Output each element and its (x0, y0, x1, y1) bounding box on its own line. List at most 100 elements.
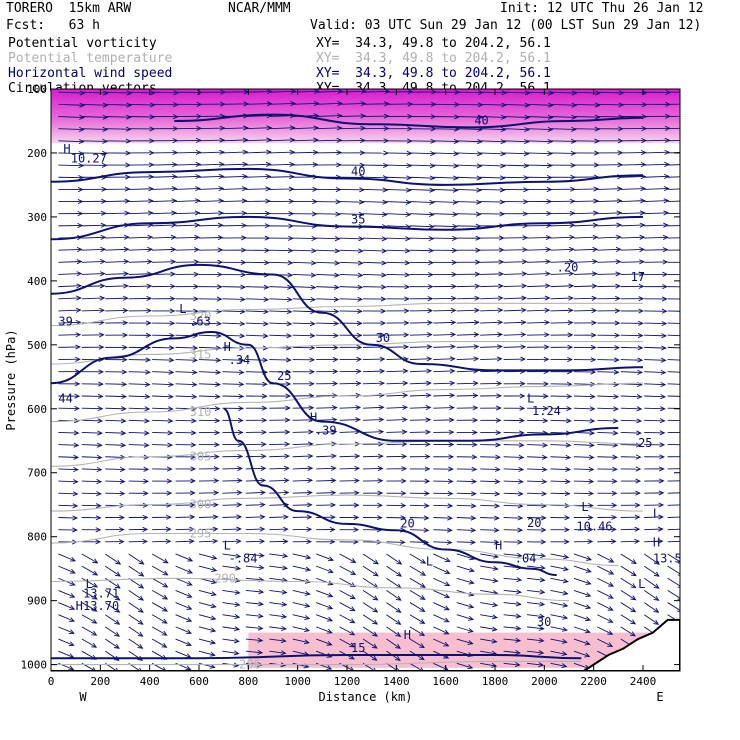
circulation-vector (198, 224, 223, 227)
circulation-vector (386, 419, 407, 421)
circulation-vector (339, 406, 361, 409)
circulation-vector (245, 492, 265, 494)
circulation-vector (105, 200, 130, 203)
x-tick-label: 800 (238, 675, 258, 688)
circulation-vector (480, 309, 503, 312)
circulation-vector (644, 249, 668, 251)
field-annotation: 39 (58, 315, 72, 329)
circulation-vector (644, 175, 669, 178)
circulation-vector (152, 212, 176, 215)
circulation-vector (480, 285, 503, 288)
circulation-vector (644, 395, 665, 398)
circulation-vector (105, 248, 129, 251)
vector-arrowhead (688, 138, 693, 142)
circulation-vector (433, 309, 456, 312)
circulation-vector (269, 455, 289, 458)
circulation-vector (527, 285, 550, 288)
vector-arrowhead (682, 491, 687, 495)
circulation-vector (643, 614, 659, 625)
circulation-vector (573, 480, 594, 483)
circulation-vector (386, 261, 410, 264)
circulation-vector (433, 382, 455, 385)
vector-arrowhead (685, 346, 690, 350)
vector-arrowhead (631, 559, 637, 565)
circulation-vector (128, 602, 144, 613)
vector-arrowhead (685, 334, 690, 338)
circulation-vector (409, 602, 425, 612)
circulation-vector (456, 164, 482, 167)
circulation-vector (527, 152, 552, 155)
circulation-vector (316, 286, 339, 288)
circulation-vector (58, 334, 81, 336)
circulation-vector (269, 261, 293, 264)
circulation-vector (597, 188, 622, 190)
circulation-vector (503, 176, 529, 179)
circulation-vector (386, 602, 401, 613)
circulation-vector (292, 443, 313, 446)
circulation-vector (128, 577, 144, 589)
circulation-vector (667, 359, 680, 361)
vector-arrowhead (683, 455, 688, 459)
circulation-vector (433, 164, 459, 167)
circulation-vector (667, 516, 680, 518)
circulation-vector (386, 91, 413, 93)
circulation-vector (620, 224, 645, 227)
circulation-vector (339, 382, 361, 385)
circulation-vector (480, 358, 502, 360)
circulation-vector (128, 431, 149, 434)
circulation-vector (409, 213, 434, 216)
circulation-vector (58, 589, 75, 598)
circulation-vectors-layer (58, 89, 693, 671)
circulation-vector (480, 176, 505, 179)
circulation-vector (81, 273, 105, 275)
circulation-vector (409, 577, 426, 588)
vector-arrowhead (687, 211, 692, 215)
pv-shading-layer (51, 89, 680, 668)
circulation-vector (667, 322, 680, 324)
circulation-vector (175, 371, 197, 373)
circulation-vector (433, 602, 450, 611)
circulation-vector (597, 371, 619, 373)
circulation-vector (128, 383, 150, 385)
circulation-vector (667, 346, 680, 349)
circulation-vector (152, 224, 176, 227)
circulation-vector (198, 175, 224, 178)
circulation-vector (573, 383, 595, 385)
vector-arrowhead (683, 418, 688, 422)
circulation-vector (339, 614, 355, 624)
circulation-vector (363, 201, 388, 203)
circulation-vector (363, 431, 384, 433)
circulation-vector (573, 297, 597, 300)
circulation-vector (175, 553, 193, 562)
circulation-vector (128, 248, 152, 251)
circulation-vector (620, 164, 646, 166)
circulation-vector (456, 103, 483, 106)
circulation-vector (667, 383, 680, 385)
vector-arrowhead (683, 443, 688, 447)
circulation-vector (339, 602, 355, 612)
circulation-vector (151, 565, 168, 576)
y-tick-label: 500 (27, 339, 47, 352)
circulation-vector (503, 321, 526, 324)
circulation-vector (316, 492, 336, 494)
wind-speed-label: 40 (351, 165, 365, 179)
circulation-vector (316, 213, 341, 215)
circulation-vector (527, 309, 550, 312)
circulation-vector (316, 249, 340, 252)
circulation-vector (316, 407, 337, 409)
circulation-vector (597, 602, 613, 611)
circulation-vector (456, 176, 482, 179)
circulation-vector (620, 346, 643, 349)
theta-contour-label: 300 (190, 498, 212, 512)
circulation-vector (620, 212, 645, 215)
circulation-vector (456, 480, 477, 483)
circulation-vector (152, 540, 171, 543)
circulation-vector (456, 309, 479, 312)
circulation-vector (105, 419, 126, 422)
circulation-vector (409, 370, 432, 373)
circulation-vector (620, 565, 637, 576)
circulation-vector (81, 236, 106, 239)
circulation-vector (456, 541, 475, 543)
x-tick-label: 1200 (334, 675, 361, 688)
circulation-vector (620, 431, 641, 434)
